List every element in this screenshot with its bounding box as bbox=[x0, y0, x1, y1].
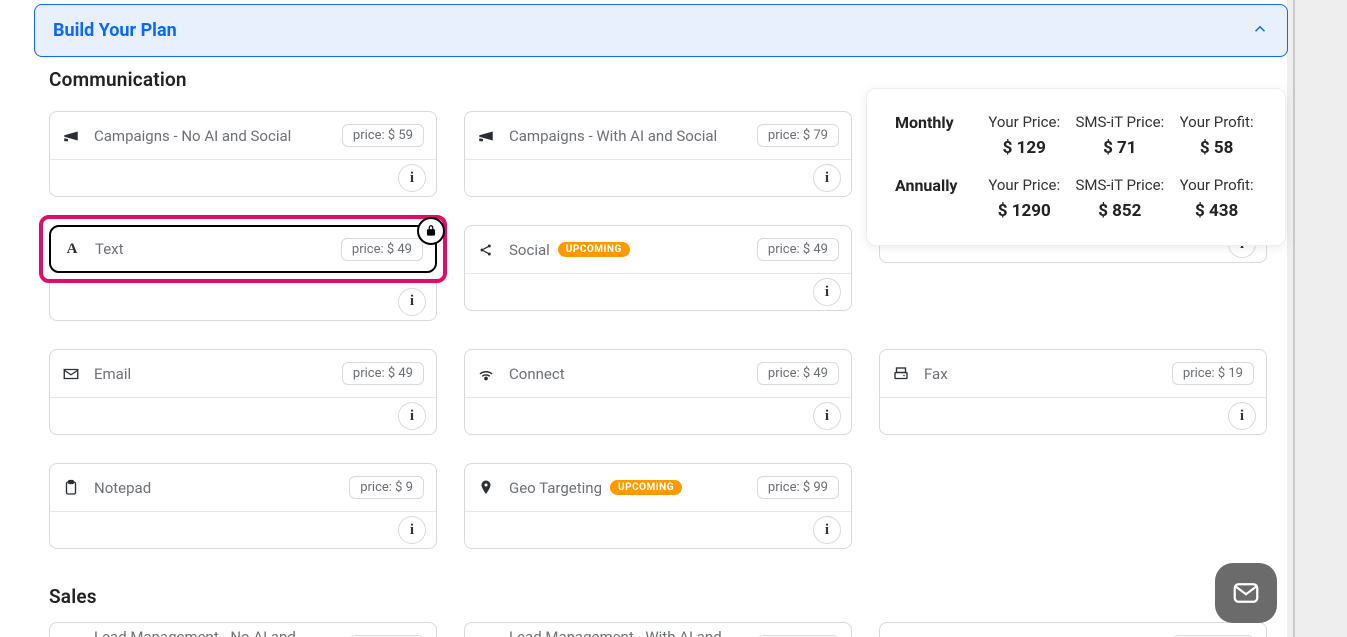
plan-item-info-row: i bbox=[49, 511, 437, 549]
plan-item-lead-no-ai[interactable]: Lead Management - No AI and Social price… bbox=[49, 622, 437, 637]
info-button[interactable]: i bbox=[398, 402, 426, 430]
section-title-sales: Sales bbox=[49, 585, 1267, 608]
plan-item-label: Fax bbox=[924, 365, 1158, 383]
info-button[interactable]: i bbox=[1228, 402, 1256, 430]
summary-value: $ 1290 bbox=[981, 197, 1067, 223]
summary-value: $ 438 bbox=[1172, 197, 1261, 223]
price-pill: price: $ 99 bbox=[757, 476, 839, 499]
price-pill: price: $ 49 bbox=[342, 362, 424, 385]
summary-col-head: Your Price: bbox=[981, 111, 1067, 134]
plan-item-social[interactable]: Social UPCOMING price: $ 49 bbox=[464, 225, 852, 273]
plan-item-label: Campaigns - With AI and Social bbox=[509, 127, 743, 145]
price-pill: price: $ 9 bbox=[349, 476, 424, 499]
upcoming-badge: UPCOMING bbox=[558, 242, 630, 257]
clipboard-icon bbox=[62, 479, 80, 497]
price-pill: price: $ 49 bbox=[341, 238, 423, 261]
info-button[interactable]: i bbox=[813, 164, 841, 192]
info-button[interactable]: i bbox=[398, 164, 426, 192]
info-button[interactable]: i bbox=[398, 288, 426, 316]
scrollbar-gutter[interactable] bbox=[1287, 0, 1347, 637]
plan-item-info-row: i bbox=[464, 273, 852, 311]
plan-item-info-row: i bbox=[464, 397, 852, 435]
plan-item-label: Text bbox=[95, 240, 327, 258]
plan-item-info-row: i bbox=[879, 397, 1267, 435]
pricing-summary-card: Monthly Your Price: SMS-iT Price: Your P… bbox=[866, 88, 1286, 246]
plan-item-geo-targeting[interactable]: Geo Targeting UPCOMING price: $ 99 bbox=[464, 463, 852, 511]
plan-item-label: Social UPCOMING bbox=[509, 241, 743, 259]
summary-col-head: SMS-iT Price: bbox=[1067, 174, 1172, 197]
plan-item-fax[interactable]: Fax price: $ 19 bbox=[879, 349, 1267, 397]
plan-item-campaigns-no-ai[interactable]: Campaigns - No AI and Social price: $ 59 bbox=[49, 111, 437, 159]
plan-item-label: Campaigns - No AI and Social bbox=[94, 127, 328, 145]
price-pill: price: $ 79 bbox=[757, 124, 839, 147]
plan-item-label: Connect bbox=[509, 365, 743, 383]
plan-item-label-text: Geo Targeting bbox=[509, 479, 602, 497]
info-button[interactable]: i bbox=[813, 516, 841, 544]
plan-item-label: Lead Management - No AI and Social bbox=[94, 629, 335, 637]
map-marker-icon bbox=[477, 479, 495, 497]
lock-icon bbox=[417, 217, 445, 245]
info-button[interactable]: i bbox=[813, 402, 841, 430]
summary-col-head: SMS-iT Price: bbox=[1067, 111, 1172, 134]
plan-item-label: Geo Targeting UPCOMING bbox=[509, 479, 743, 497]
campaigns-icon bbox=[477, 127, 495, 145]
summary-col-head: Your Price: bbox=[981, 174, 1067, 197]
chevron-up-icon bbox=[1251, 19, 1269, 43]
plan-item-info-row: i bbox=[464, 159, 852, 197]
plan-item-pipelines[interactable]: Pipelines price: $ 29 bbox=[879, 622, 1267, 637]
envelope-icon bbox=[62, 365, 80, 383]
plan-item-label: Notepad bbox=[94, 479, 335, 497]
plan-item-label-text: Social bbox=[509, 241, 550, 259]
summary-col-head: Your Profit: bbox=[1172, 174, 1261, 197]
summary-value: $ 129 bbox=[981, 134, 1067, 160]
summary-value: $ 58 bbox=[1172, 134, 1261, 160]
price-pill: price: $ 59 bbox=[342, 124, 424, 147]
plan-item-info-row: i bbox=[464, 511, 852, 549]
plan-item-text-selected: A Text price: $ 49 bbox=[39, 215, 447, 283]
price-pill: price: $ 49 bbox=[757, 362, 839, 385]
plan-item-info-row: i bbox=[49, 397, 437, 435]
info-button[interactable]: i bbox=[398, 516, 426, 544]
text-icon: A bbox=[63, 240, 81, 258]
plan-item-label: Lead Management - With AI and Social bbox=[509, 629, 743, 637]
share-icon bbox=[477, 241, 495, 259]
wifi-icon bbox=[477, 365, 495, 383]
plan-item-label: Email bbox=[94, 365, 328, 383]
plan-item-connect[interactable]: Connect price: $ 49 bbox=[464, 349, 852, 397]
summary-value: $ 852 bbox=[1067, 197, 1172, 223]
summary-col-head: Your Profit: bbox=[1172, 111, 1261, 134]
campaigns-icon bbox=[62, 127, 80, 145]
plan-item-text[interactable]: A Text price: $ 49 bbox=[49, 225, 437, 273]
summary-value: $ 71 bbox=[1067, 134, 1172, 160]
price-pill: price: $ 49 bbox=[757, 238, 839, 261]
build-plan-accordion-header[interactable]: Build Your Plan bbox=[34, 4, 1288, 57]
plan-item-info-row: i bbox=[49, 283, 437, 321]
upcoming-badge: UPCOMING bbox=[610, 480, 682, 495]
plan-item-email[interactable]: Email price: $ 49 bbox=[49, 349, 437, 397]
summary-row-label: Monthly bbox=[891, 111, 981, 134]
summary-row-label: Annually bbox=[891, 174, 981, 197]
accordion-title: Build Your Plan bbox=[53, 20, 177, 41]
mail-fab-button[interactable] bbox=[1215, 563, 1277, 623]
fax-icon bbox=[892, 365, 910, 383]
plan-item-notepad[interactable]: Notepad price: $ 9 bbox=[49, 463, 437, 511]
price-pill: price: $ 19 bbox=[1172, 362, 1254, 385]
plan-item-info-row: i bbox=[49, 159, 437, 197]
info-button[interactable]: i bbox=[813, 278, 841, 306]
plan-item-campaigns-with-ai[interactable]: Campaigns - With AI and Social price: $ … bbox=[464, 111, 852, 159]
plan-item-lead-with-ai[interactable]: Lead Management - With AI and Social pri… bbox=[464, 622, 852, 637]
